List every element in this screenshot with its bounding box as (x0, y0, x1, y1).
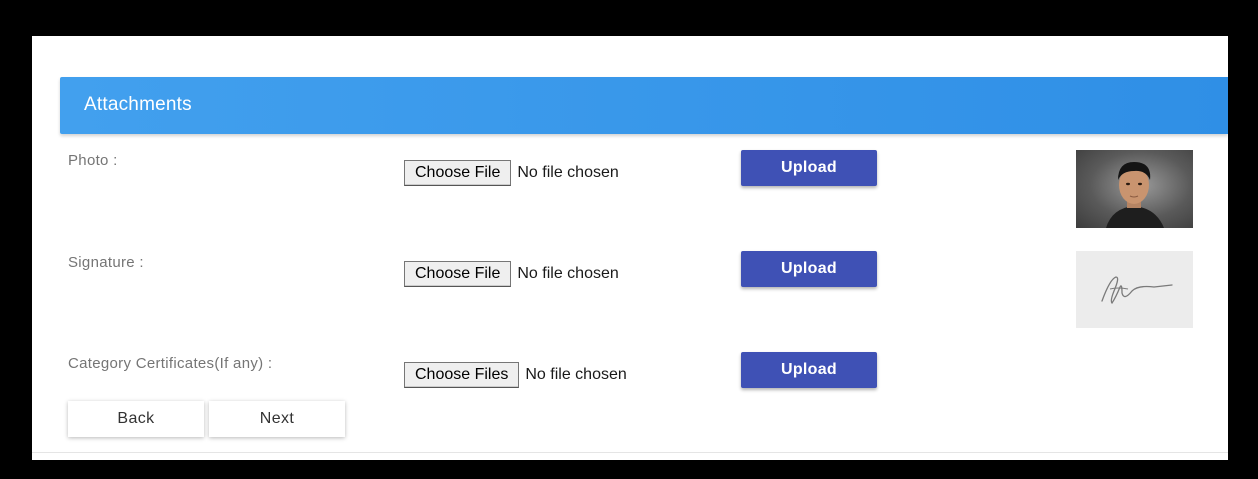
certificates-file-input[interactable]: Choose Files No file chosen (404, 361, 627, 389)
signature-file-status: No file chosen (517, 265, 619, 282)
signature-label: Signature : (68, 254, 144, 271)
photo-file-status: No file chosen (517, 164, 619, 181)
next-button[interactable]: Next (209, 401, 345, 437)
signature-upload-button[interactable]: Upload (741, 251, 877, 287)
attachments-page: Attachments Photo : Choose File No file … (32, 36, 1228, 460)
signature-icon (1101, 276, 1173, 305)
certificates-upload-button[interactable]: Upload (741, 352, 877, 388)
certificates-file-status: No file chosen (525, 366, 627, 383)
signature-preview (1076, 251, 1193, 328)
photo-label: Photo : (68, 152, 118, 169)
photo-upload-button[interactable]: Upload (741, 150, 877, 186)
category-certificates-label: Category Certificates(If any) : (68, 355, 273, 372)
panel-title: Attachments (84, 94, 192, 115)
photo-choose-file-button[interactable]: Choose File (404, 160, 512, 186)
back-button[interactable]: Back (68, 401, 204, 437)
signature-choose-file-button[interactable]: Choose File (404, 261, 512, 287)
attachments-header: Attachments (60, 77, 1228, 134)
person-portrait-icon (1106, 162, 1164, 228)
signature-file-input[interactable]: Choose File No file chosen (404, 260, 619, 288)
photo-preview (1076, 150, 1193, 228)
divider (32, 452, 1228, 453)
certificates-choose-files-button[interactable]: Choose Files (404, 362, 520, 388)
photo-file-input[interactable]: Choose File No file chosen (404, 159, 619, 187)
